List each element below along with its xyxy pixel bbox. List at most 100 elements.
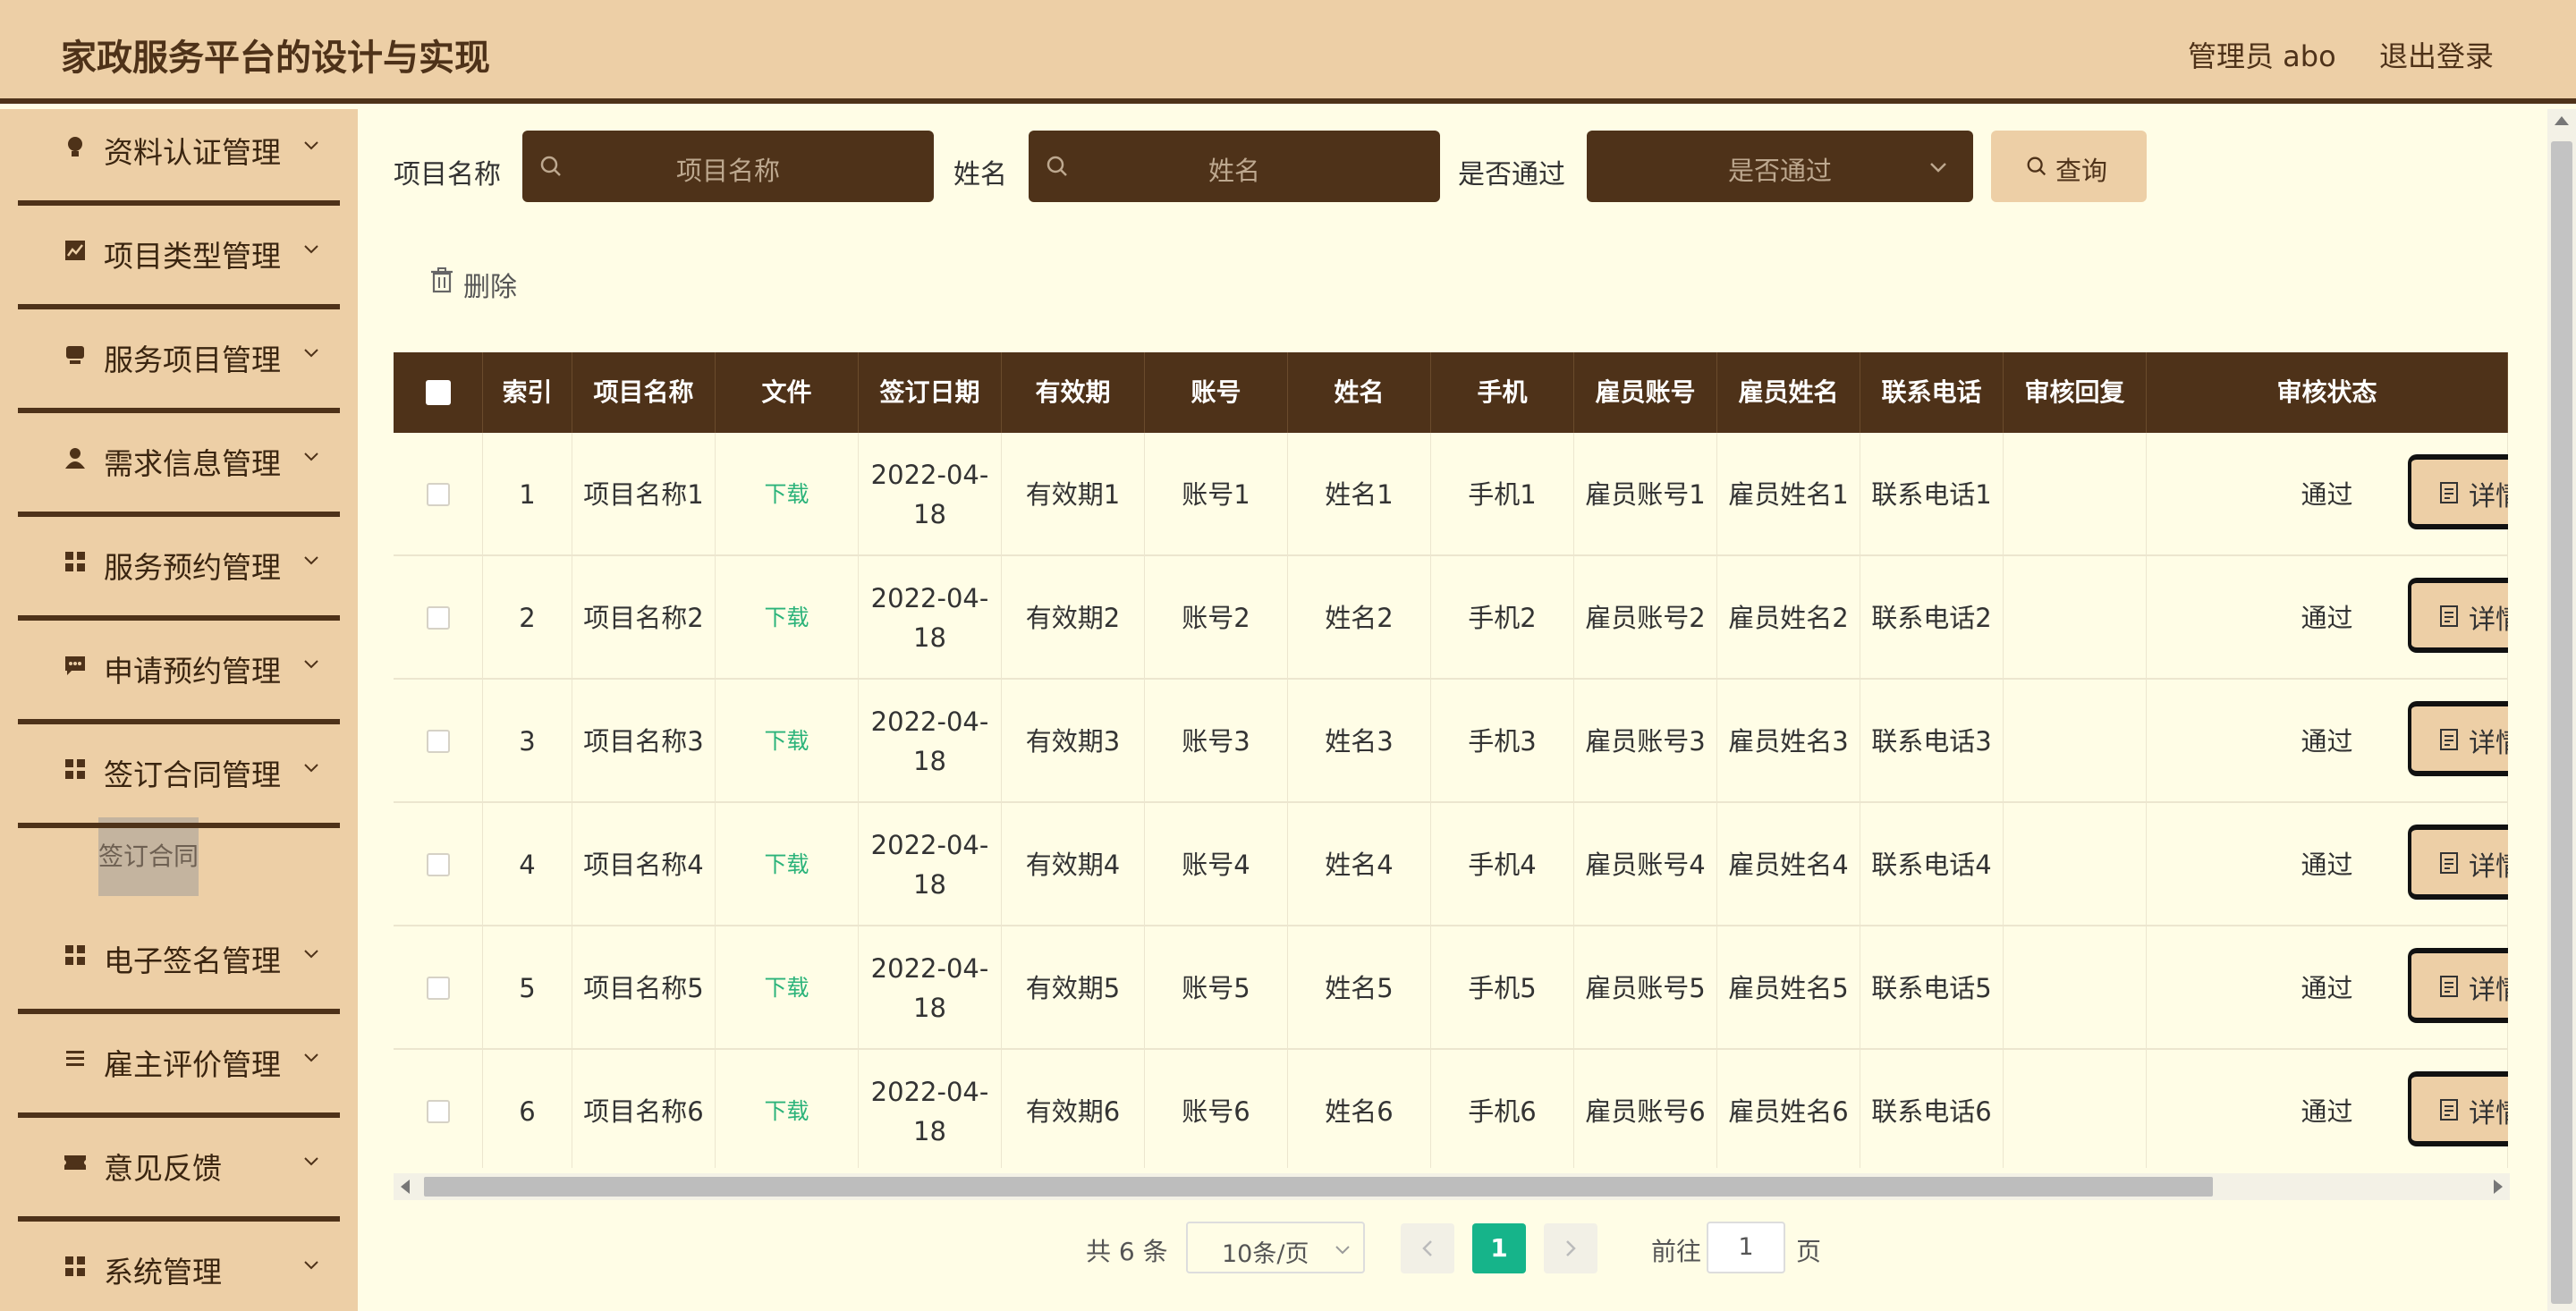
cell-phone-text: 手机3 [1468, 726, 1537, 757]
document-icon [2440, 605, 2458, 627]
column-header: 审核回复 [2004, 352, 2147, 433]
detail-label: 详情 [2469, 481, 2508, 512]
vertical-scroll-thumb[interactable] [2551, 141, 2572, 1304]
cell-project-text: 项目名称2 [583, 603, 704, 633]
cell-index: 2 [483, 556, 572, 680]
cell-valid: 有效期1 [1002, 433, 1145, 556]
cell-name: 姓名3 [1288, 680, 1431, 803]
sidebar-subitem-contract[interactable]: 签订合同 [98, 817, 199, 896]
cell-date: 2022-04-18 [859, 926, 1002, 1050]
detail-button[interactable]: 详情 [2408, 1071, 2508, 1146]
detail-button[interactable]: 详情 [2408, 948, 2508, 1023]
row-select-cell [394, 926, 483, 1050]
scroll-up-icon[interactable] [2555, 116, 2569, 125]
name-input[interactable]: 姓名 [1029, 131, 1440, 202]
search-icon [2027, 156, 2046, 176]
sidebar-item-5[interactable]: 服务预约管理 [18, 520, 340, 621]
row-checkbox[interactable] [426, 1100, 450, 1123]
trash-icon [431, 267, 453, 293]
query-button[interactable]: 查询 [1991, 131, 2147, 202]
horizontal-scrollbar[interactable] [394, 1173, 2510, 1200]
select-all-checkbox[interactable] [425, 380, 451, 405]
page-number-current[interactable]: 1 [1472, 1223, 1526, 1273]
sidebar-item-9[interactable]: 雇主评价管理 [18, 1018, 340, 1118]
chevron-down-icon [1930, 163, 1946, 173]
pass-select[interactable]: 是否通过 [1587, 131, 1973, 202]
download-link[interactable]: 下载 [764, 1092, 809, 1131]
project-name-input[interactable]: 项目名称 [522, 131, 934, 202]
chevron-down-icon [304, 764, 318, 773]
next-page-button[interactable] [1544, 1223, 1597, 1273]
cell-account: 账号5 [1145, 926, 1288, 1050]
cell-emp_account-text: 雇员账号5 [1585, 973, 1706, 1003]
download-link[interactable]: 下载 [764, 968, 809, 1008]
sidebar-item-2[interactable]: 项目类型管理 [18, 209, 340, 309]
sidebar-item-8[interactable]: 电子签名管理 [18, 914, 340, 1014]
cell-tel-text: 联系电话4 [1871, 850, 1992, 880]
chevron-down-icon [304, 660, 318, 669]
logout-link[interactable]: 退出登录 [2379, 34, 2494, 75]
file-cell: 下载 [716, 803, 859, 926]
row-checkbox[interactable] [426, 853, 450, 876]
scroll-left-icon[interactable] [401, 1180, 410, 1194]
page-size-select[interactable]: 10条/页 [1186, 1222, 1365, 1273]
detail-label: 详情 [2469, 1098, 2508, 1129]
sidebar: 签订合同 资料认证管理 项目类型管理 服务项目管理 需求信息管理 服务预约管理申请预约管… [0, 109, 358, 1311]
sidebar-item-3[interactable]: 服务项目管理 [18, 313, 340, 413]
detail-button[interactable]: 详情 [2408, 454, 2508, 529]
chevron-down-icon [304, 1157, 318, 1166]
bulb-icon [63, 134, 88, 159]
cell-phone-text: 手机6 [1468, 1096, 1537, 1127]
cell-date-text: 2022-04-18 [870, 460, 989, 529]
row-select-cell [394, 803, 483, 926]
file-cell: 下载 [716, 1050, 859, 1168]
sidebar-item-label: 系统管理 [104, 1255, 222, 1290]
sidebar-item-11[interactable]: 系统管理 [18, 1225, 340, 1311]
download-link[interactable]: 下载 [764, 722, 809, 761]
sidebar-item-4[interactable]: 需求信息管理 [18, 417, 340, 517]
download-link[interactable]: 下载 [764, 475, 809, 514]
row-checkbox[interactable] [426, 606, 450, 630]
cell-index-text: 3 [519, 726, 536, 757]
cell-account-text: 账号1 [1182, 479, 1250, 510]
sidebar-item-6[interactable]: 申请预约管理 [18, 624, 340, 724]
main-content: 项目名称 项目名称 姓名 姓名 是否通过 是否通过 查询 删除 索引 项目名称 文件… [358, 109, 2547, 1311]
detail-button[interactable]: 详情 [2408, 701, 2508, 776]
grid-icon [63, 1254, 88, 1279]
horizontal-scroll-thumb[interactable] [424, 1177, 2213, 1197]
top-header: 家政服务平台的设计与实现 管理员 abo 退出登录 [0, 0, 2576, 104]
row-select-cell [394, 1050, 483, 1168]
cell-phone-text: 手机2 [1468, 603, 1537, 633]
prev-page-button[interactable] [1401, 1223, 1454, 1273]
delete-button[interactable]: 删除 [429, 258, 546, 308]
name-placeholder: 姓名 [1208, 156, 1260, 186]
goto-page-input[interactable]: 1 [1707, 1222, 1785, 1273]
vertical-scrollbar[interactable] [2547, 109, 2576, 1311]
row-checkbox[interactable] [426, 730, 450, 753]
name-label: 姓名 [953, 159, 1007, 190]
pagination-total: 共 6 条 [1086, 1237, 1168, 1266]
sidebar-item-7[interactable]: 签订合同管理 [18, 728, 340, 828]
sidebar-item-1[interactable]: 资料认证管理 [18, 109, 340, 206]
cell-tel: 联系电话2 [1860, 556, 2004, 680]
row-checkbox[interactable] [426, 483, 450, 506]
pass-label: 是否通过 [1458, 159, 1565, 190]
table-row: 3 项目名称3 下载 2022-04-18 有效期3 账号3 姓名3 手机3 雇员账号3 雇员姓名… [394, 680, 2508, 803]
cell-phone: 手机2 [1431, 556, 1574, 680]
download-link[interactable]: 下载 [764, 598, 809, 638]
cell-tel-text: 联系电话5 [1871, 973, 1992, 1003]
scroll-right-icon[interactable] [2494, 1180, 2503, 1194]
row-checkbox[interactable] [426, 977, 450, 1000]
table-header: 索引 项目名称 文件 签订日期 有效期 账号 姓名 手机 雇员账号 雇员姓名 联系电话 审核回复 审核状… [394, 352, 2508, 433]
detail-button[interactable]: 详情 [2408, 825, 2508, 900]
cell-emp_account-text: 雇员账号6 [1585, 1096, 1706, 1127]
cell-tel: 联系电话3 [1860, 680, 2004, 803]
cell-valid: 有效期3 [1002, 680, 1145, 803]
sidebar-item-10[interactable]: 意见反馈 [18, 1121, 340, 1222]
download-link[interactable]: 下载 [764, 845, 809, 884]
data-table: 索引 项目名称 文件 签订日期 有效期 账号 姓名 手机 雇员账号 雇员姓名 联系电话 审核回复 审核状… [394, 352, 2508, 1168]
sidebar-item-label: 申请预约管理 [104, 654, 281, 689]
cell-tel: 联系电话4 [1860, 803, 2004, 926]
cell-name-text: 姓名6 [1325, 1096, 1394, 1127]
detail-button[interactable]: 详情 [2408, 578, 2508, 653]
